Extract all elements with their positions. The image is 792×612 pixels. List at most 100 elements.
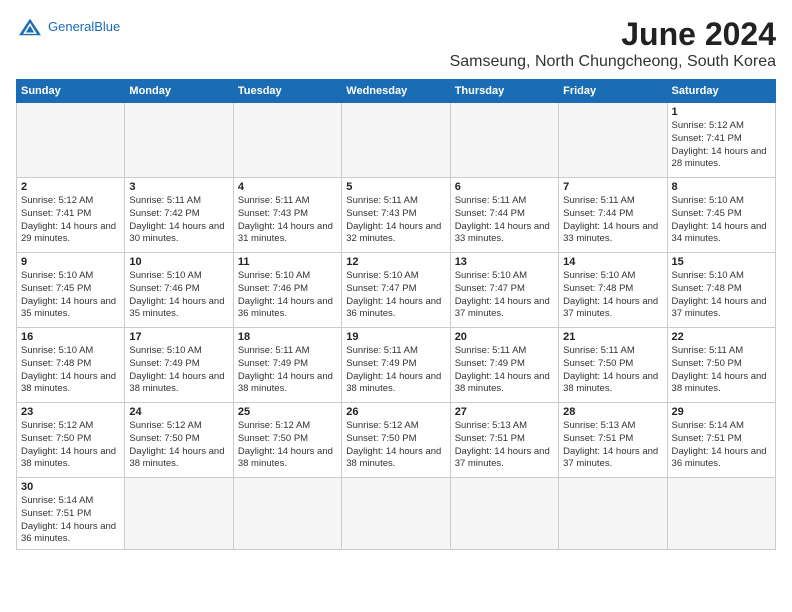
calendar-cell: 20Sunrise: 5:11 AM Sunset: 7:49 PM Dayli… [450, 328, 558, 403]
day-info: Sunrise: 5:11 AM Sunset: 7:50 PM Dayligh… [672, 345, 771, 396]
day-info: Sunrise: 5:10 AM Sunset: 7:49 PM Dayligh… [129, 345, 228, 396]
day-info: Sunrise: 5:11 AM Sunset: 7:42 PM Dayligh… [129, 195, 228, 246]
calendar-row-2: 2 Sunrise: 5:12 AM Sunset: 7:41 PM Daylig… [17, 178, 776, 253]
day-number: 16 [21, 331, 120, 343]
day-number: 22 [672, 331, 771, 343]
calendar-cell: 17 Sunrise: 5:10 AM Sunset: 7:49 PM Dayli… [125, 328, 233, 403]
day-header-friday: Friday [559, 80, 667, 103]
calendar-cell [233, 103, 341, 178]
day-number: 9 [21, 256, 120, 268]
calendar-cell: 5 Sunrise: 5:11 AM Sunset: 7:43 PM Daylig… [342, 178, 450, 253]
title-block: June 2024 Samseung, North Chungcheong, S… [450, 16, 776, 71]
calendar-cell: 9 Sunrise: 5:10 AM Sunset: 7:45 PM Daylig… [17, 253, 125, 328]
day-info: Sunrise: 5:10 AM Sunset: 7:48 PM Dayligh… [21, 345, 120, 396]
day-info: Sunrise: 5:12 AM Sunset: 7:41 PM Dayligh… [672, 120, 771, 171]
day-number: 30 [21, 481, 120, 493]
calendar-cell: 21Sunrise: 5:11 AM Sunset: 7:50 PM Dayli… [559, 328, 667, 403]
day-number: 3 [129, 181, 228, 193]
day-number: 10 [129, 256, 228, 268]
calendar-cell: 10 Sunrise: 5:10 AM Sunset: 7:46 PM Dayli… [125, 253, 233, 328]
calendar-cell: 30 Sunrise: 5:14 AM Sunset: 7:51 PM Dayli… [17, 478, 125, 550]
day-info: Sunrise: 5:10 AM Sunset: 7:48 PM Dayligh… [672, 270, 771, 321]
calendar-cell: 4 Sunrise: 5:11 AM Sunset: 7:43 PM Daylig… [233, 178, 341, 253]
day-info: Sunrise: 5:13 AM Sunset: 7:51 PM Dayligh… [563, 420, 662, 471]
calendar-cell [559, 478, 667, 550]
day-number: 5 [346, 181, 445, 193]
day-number: 21 [563, 331, 662, 343]
calendar-cell: 14 Sunrise: 5:10 AM Sunset: 7:48 PM Dayli… [559, 253, 667, 328]
day-info: Sunrise: 5:10 AM Sunset: 7:47 PM Dayligh… [455, 270, 554, 321]
day-info: Sunrise: 5:11 AM Sunset: 7:49 PM Dayligh… [455, 345, 554, 396]
day-info: Sunrise: 5:10 AM Sunset: 7:47 PM Dayligh… [346, 270, 445, 321]
logo-icon [16, 16, 44, 38]
day-header-wednesday: Wednesday [342, 80, 450, 103]
day-header-tuesday: Tuesday [233, 80, 341, 103]
calendar-cell: 19 Sunrise: 5:11 AM Sunset: 7:49 PM Dayli… [342, 328, 450, 403]
day-number: 27 [455, 406, 554, 418]
day-number: 18 [238, 331, 337, 343]
day-number: 14 [563, 256, 662, 268]
calendar-row-5: 23Sunrise: 5:12 AM Sunset: 7:50 PM Dayli… [17, 403, 776, 478]
calendar-cell: 6 Sunrise: 5:11 AM Sunset: 7:44 PM Daylig… [450, 178, 558, 253]
day-info: Sunrise: 5:11 AM Sunset: 7:43 PM Dayligh… [346, 195, 445, 246]
day-number: 7 [563, 181, 662, 193]
day-info: Sunrise: 5:10 AM Sunset: 7:45 PM Dayligh… [21, 270, 120, 321]
calendar-cell: 28Sunrise: 5:13 AM Sunset: 7:51 PM Dayli… [559, 403, 667, 478]
day-number: 2 [21, 181, 120, 193]
calendar-row-4: 16 Sunrise: 5:10 AM Sunset: 7:48 PM Dayli… [17, 328, 776, 403]
day-number: 12 [346, 256, 445, 268]
calendar-cell: 29Sunrise: 5:14 AM Sunset: 7:51 PM Dayli… [667, 403, 775, 478]
calendar-cell: 8 Sunrise: 5:10 AM Sunset: 7:45 PM Daylig… [667, 178, 775, 253]
calendar-row-6: 30 Sunrise: 5:14 AM Sunset: 7:51 PM Dayli… [17, 478, 776, 550]
logo: GeneralBlue [16, 16, 120, 38]
calendar-cell: 24Sunrise: 5:12 AM Sunset: 7:50 PM Dayli… [125, 403, 233, 478]
calendar-cell [233, 478, 341, 550]
day-info: Sunrise: 5:11 AM Sunset: 7:49 PM Dayligh… [238, 345, 337, 396]
day-info: Sunrise: 5:11 AM Sunset: 7:49 PM Dayligh… [346, 345, 445, 396]
calendar-cell: 12 Sunrise: 5:10 AM Sunset: 7:47 PM Dayli… [342, 253, 450, 328]
calendar-cell: 26Sunrise: 5:12 AM Sunset: 7:50 PM Dayli… [342, 403, 450, 478]
calendar-row-3: 9 Sunrise: 5:10 AM Sunset: 7:45 PM Daylig… [17, 253, 776, 328]
calendar-cell [559, 103, 667, 178]
logo-blue: Blue [94, 19, 120, 34]
day-number: 17 [129, 331, 228, 343]
day-number: 6 [455, 181, 554, 193]
day-number: 4 [238, 181, 337, 193]
calendar-table: SundayMondayTuesdayWednesdayThursdayFrid… [16, 79, 776, 550]
calendar-row-1: 1 Sunrise: 5:12 AM Sunset: 7:41 PM Daylig… [17, 103, 776, 178]
calendar-cell [17, 103, 125, 178]
day-number: 1 [672, 106, 771, 118]
page-header: GeneralBlue June 2024 Samseung, North Ch… [16, 16, 776, 71]
calendar-cell: 11Sunrise: 5:10 AM Sunset: 7:46 PM Dayli… [233, 253, 341, 328]
calendar-cell: 3 Sunrise: 5:11 AM Sunset: 7:42 PM Daylig… [125, 178, 233, 253]
calendar-cell [667, 478, 775, 550]
day-number: 11 [238, 256, 337, 268]
day-info: Sunrise: 5:11 AM Sunset: 7:43 PM Dayligh… [238, 195, 337, 246]
day-info: Sunrise: 5:12 AM Sunset: 7:41 PM Dayligh… [21, 195, 120, 246]
day-info: Sunrise: 5:14 AM Sunset: 7:51 PM Dayligh… [672, 420, 771, 471]
main-title: June 2024 [450, 16, 776, 53]
day-info: Sunrise: 5:10 AM Sunset: 7:46 PM Dayligh… [129, 270, 228, 321]
calendar-cell: 15 Sunrise: 5:10 AM Sunset: 7:48 PM Dayli… [667, 253, 775, 328]
calendar-cell: 23Sunrise: 5:12 AM Sunset: 7:50 PM Dayli… [17, 403, 125, 478]
day-number: 8 [672, 181, 771, 193]
day-info: Sunrise: 5:11 AM Sunset: 7:44 PM Dayligh… [563, 195, 662, 246]
day-number: 19 [346, 331, 445, 343]
calendar-cell [125, 103, 233, 178]
calendar-cell: 22 Sunrise: 5:11 AM Sunset: 7:50 PM Dayli… [667, 328, 775, 403]
calendar-cell: 13 Sunrise: 5:10 AM Sunset: 7:47 PM Dayli… [450, 253, 558, 328]
subtitle: Samseung, North Chungcheong, South Korea [450, 53, 776, 71]
day-number: 26 [346, 406, 445, 418]
day-number: 13 [455, 256, 554, 268]
calendar-cell: 2 Sunrise: 5:12 AM Sunset: 7:41 PM Daylig… [17, 178, 125, 253]
day-info: Sunrise: 5:12 AM Sunset: 7:50 PM Dayligh… [129, 420, 228, 471]
logo-general: General [48, 19, 94, 34]
day-info: Sunrise: 5:12 AM Sunset: 7:50 PM Dayligh… [238, 420, 337, 471]
logo-text: GeneralBlue [48, 19, 120, 35]
day-info: Sunrise: 5:14 AM Sunset: 7:51 PM Dayligh… [21, 495, 120, 546]
day-header-thursday: Thursday [450, 80, 558, 103]
day-info: Sunrise: 5:10 AM Sunset: 7:45 PM Dayligh… [672, 195, 771, 246]
day-info: Sunrise: 5:11 AM Sunset: 7:44 PM Dayligh… [455, 195, 554, 246]
day-info: Sunrise: 5:10 AM Sunset: 7:48 PM Dayligh… [563, 270, 662, 321]
day-number: 15 [672, 256, 771, 268]
